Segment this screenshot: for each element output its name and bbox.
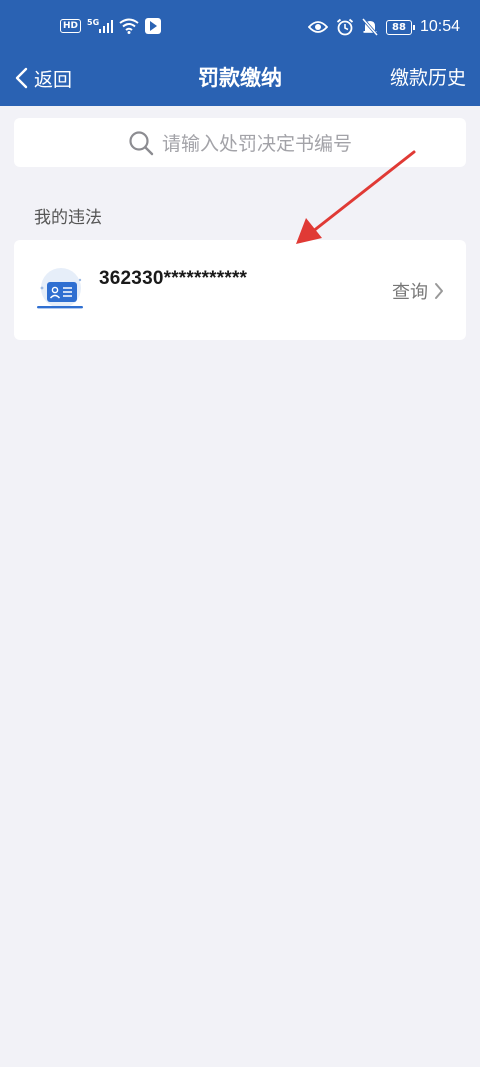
nav-bar: 返回 罚款缴纳 缴款历史 (0, 56, 480, 106)
id-number: 362330*********** (99, 268, 248, 289)
section-title-my-violations: 我的违法 (34, 208, 102, 228)
query-button[interactable]: 查询 (392, 278, 444, 304)
back-button[interactable]: 返回 (14, 56, 72, 100)
signal-5g-label: 5G (87, 18, 100, 27)
hd-badge: HD (60, 19, 82, 33)
notification-app-icon (145, 18, 162, 34)
eye-icon (307, 21, 328, 33)
violation-card[interactable]: 362330*********** 查询 (14, 240, 466, 340)
query-label: 查询 (392, 282, 428, 303)
mute-bell-icon (361, 18, 378, 36)
chevron-left-icon (15, 67, 28, 89)
search-icon (129, 130, 154, 155)
status-right: 88 10:54 (307, 18, 460, 36)
chevron-right-icon (435, 283, 443, 299)
alarm-icon (336, 18, 354, 36)
battery-indicator: 88 (385, 19, 415, 35)
back-label: 返回 (34, 68, 73, 91)
clock: 10:54 (419, 18, 460, 35)
status-bar: HD 5G 88 10:54 (0, 0, 480, 56)
id-card-icon (37, 268, 83, 309)
status-left: HD 5G (60, 18, 162, 34)
cell-signal-icon: 5G (87, 18, 114, 33)
search-placeholder: 请输入处罚决定书编号 (161, 133, 352, 155)
search-input[interactable]: 请输入处罚决定书编号 (14, 118, 466, 167)
wifi-icon (119, 18, 139, 34)
payment-history-button[interactable]: 缴款历史 (390, 56, 466, 100)
